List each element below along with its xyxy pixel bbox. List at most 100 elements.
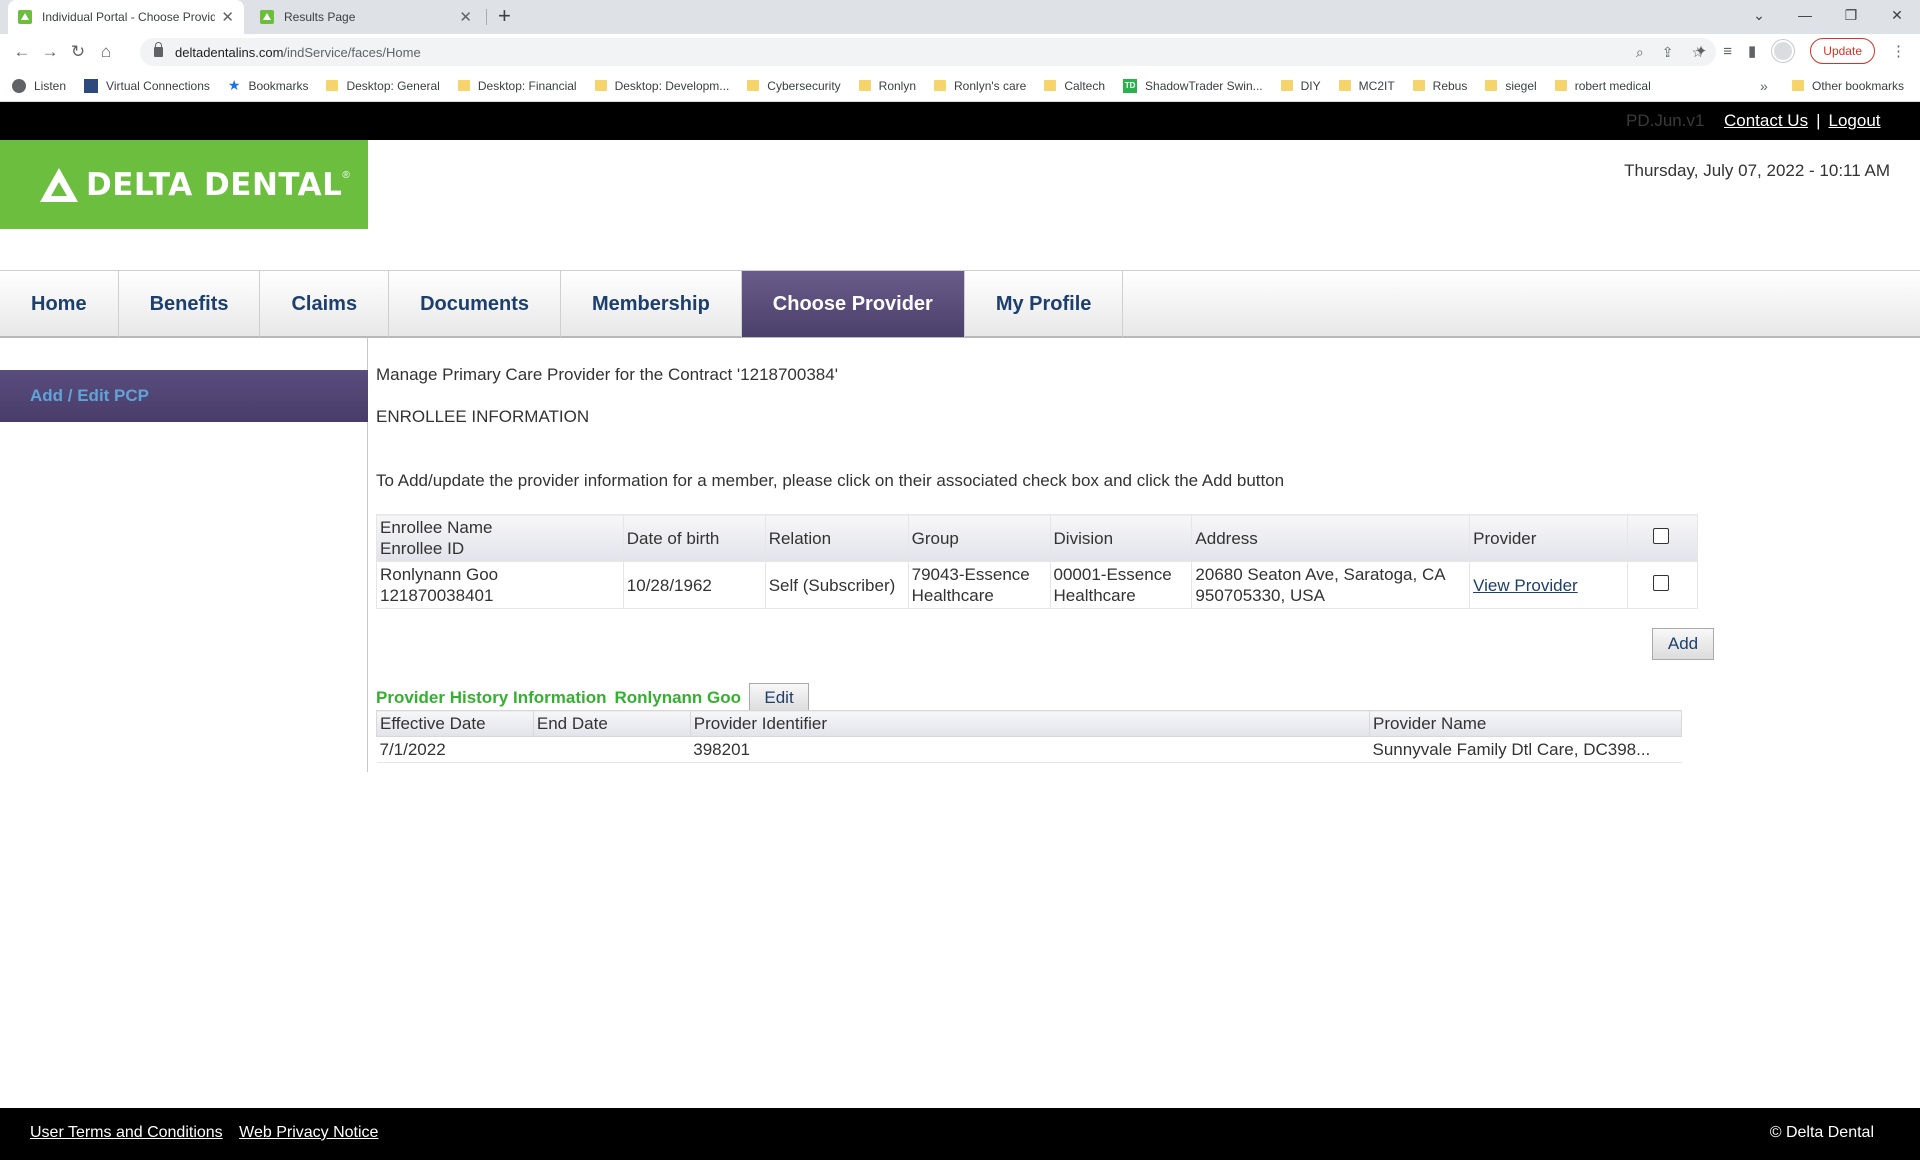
- menu-icon[interactable]: ⋮: [1891, 42, 1906, 60]
- provider-history-header: Provider History Information Ronlynann G…: [376, 683, 810, 713]
- site-footer: User Terms and Conditions Web Privacy No…: [0, 1108, 1920, 1160]
- user-terms-link[interactable]: User Terms and Conditions: [30, 1124, 223, 1141]
- delta-dental-logo[interactable]: DELTA DENTAL ®: [0, 140, 368, 229]
- back-icon[interactable]: ←: [8, 42, 36, 62]
- tab-search-icon[interactable]: ⌄: [1736, 0, 1782, 30]
- lock-icon: [154, 42, 163, 57]
- column-header-dob: Date of birth: [622, 514, 766, 562]
- column-header-provider-name: Provider Name: [1369, 710, 1682, 737]
- dob-cell: 10/28/1962: [622, 561, 766, 609]
- address-cell: 20680 Seaton Ave, Saratoga, CA 950705330,…: [1191, 561, 1471, 609]
- edit-button[interactable]: Edit: [749, 683, 810, 713]
- bookmark-folder[interactable]: DIY: [1280, 79, 1321, 93]
- folder-icon: [1554, 80, 1567, 91]
- bookmark-folder[interactable]: robert medical: [1554, 79, 1651, 93]
- nav-my-profile[interactable]: My Profile: [965, 271, 1124, 337]
- add-button[interactable]: Add: [1652, 628, 1714, 660]
- utility-bar: PD.Jun.v1 Contact Us | Logout: [0, 102, 1920, 140]
- table-header-row: Effective Date End Date Provider Identif…: [376, 710, 1682, 737]
- column-header-end-date: End Date: [532, 710, 691, 737]
- provider-identifier-cell: 398201: [690, 736, 1370, 763]
- side-panel-icon[interactable]: ▮: [1748, 42, 1756, 60]
- profile-avatar[interactable]: [1772, 40, 1795, 62]
- bookmark-folder[interactable]: MC2IT: [1338, 79, 1395, 93]
- sidebar: Add / Edit PCP: [0, 338, 368, 772]
- nav-benefits[interactable]: Benefits: [119, 271, 261, 337]
- provider-name-cell: Sunnyvale Family Dtl Care, DC398...: [1369, 736, 1682, 763]
- contact-us-link[interactable]: Contact Us: [1724, 111, 1808, 130]
- nav-claims[interactable]: Claims: [260, 271, 390, 337]
- close-tab-icon[interactable]: ✕: [221, 8, 234, 26]
- reading-list-icon[interactable]: ≡: [1723, 43, 1732, 60]
- view-provider-link[interactable]: View Provider: [1473, 576, 1578, 595]
- effective-date-cell: 7/1/2022: [376, 736, 534, 763]
- other-bookmarks[interactable]: Other bookmarks: [1792, 79, 1904, 93]
- table-header-row: Enrollee Name Enrollee ID Date of birth R…: [376, 514, 1699, 562]
- select-all-checkbox[interactable]: [1652, 527, 1669, 544]
- more-bookmarks-icon[interactable]: »: [1760, 78, 1768, 94]
- virtual-connections-icon: [84, 78, 99, 93]
- page-title: Manage Primary Care Provider for the Con…: [376, 365, 838, 384]
- row-checkbox-cell: [1626, 561, 1699, 609]
- sidebar-item-add-edit-pcp[interactable]: Add / Edit PCP: [0, 370, 368, 422]
- bookmark-folder[interactable]: Ronlyn's care: [934, 79, 1026, 93]
- folder-icon: [326, 80, 339, 91]
- column-header-relation: Relation: [764, 514, 909, 562]
- browser-tabstrip: Individual Portal - Choose Provid ✕ Resu…: [0, 0, 1920, 34]
- close-tab-icon[interactable]: ✕: [459, 8, 472, 26]
- zoom-icon[interactable]: ⌕: [1636, 44, 1644, 61]
- browser-tab-active[interactable]: Individual Portal - Choose Provid ✕: [8, 0, 244, 34]
- bookmark-folder[interactable]: Desktop: Developm...: [594, 79, 729, 93]
- bookmark-folder[interactable]: Cybersecurity: [747, 79, 841, 93]
- bookmarks-bar: Listen Virtual Connections ★ Bookmarks De…: [0, 70, 1920, 102]
- brand-name: DELTA DENTAL: [86, 166, 343, 203]
- folder-icon: [1338, 80, 1351, 91]
- privacy-notice-link[interactable]: Web Privacy Notice: [239, 1124, 378, 1141]
- bookmark-folder[interactable]: Rebus: [1412, 79, 1467, 93]
- home-icon[interactable]: ⌂: [92, 42, 120, 62]
- nav-membership[interactable]: Membership: [561, 271, 742, 337]
- forward-icon[interactable]: →: [36, 42, 64, 62]
- provider-cell: View Provider: [1469, 561, 1628, 609]
- bookmark-item[interactable]: Virtual Connections: [84, 78, 210, 93]
- provider-history-member: Ronlynann Goo: [614, 688, 742, 707]
- folder-icon: [1792, 80, 1804, 91]
- bookmark-folder[interactable]: siegel: [1485, 79, 1537, 93]
- bookmark-folder[interactable]: Desktop: General: [326, 79, 440, 93]
- bookmark-folder[interactable]: Ronlyn: [858, 79, 916, 93]
- folder-icon: [934, 80, 947, 91]
- minimize-icon[interactable]: —: [1782, 0, 1828, 30]
- bookmark-item[interactable]: Listen: [12, 78, 66, 93]
- folder-icon: [858, 80, 871, 91]
- url-path: /indService/faces/Home: [283, 44, 421, 60]
- column-header-address: Address: [1191, 514, 1471, 562]
- close-window-icon[interactable]: ✕: [1874, 0, 1920, 30]
- bookmark-folder[interactable]: Desktop: Financial: [457, 79, 577, 93]
- nav-choose-provider[interactable]: Choose Provider: [741, 271, 965, 337]
- tab-title: Results Page: [284, 10, 356, 24]
- logout-link[interactable]: Logout: [1829, 111, 1881, 130]
- bookmark-item[interactable]: ★ Bookmarks: [228, 77, 309, 94]
- nav-home[interactable]: Home: [0, 271, 119, 337]
- share-icon[interactable]: ⇪: [1662, 44, 1674, 61]
- bookmark-item[interactable]: TD ShadowTrader Swin...: [1123, 78, 1263, 93]
- extensions-icon[interactable]: ✦: [1695, 42, 1708, 60]
- nav-documents[interactable]: Documents: [389, 271, 561, 337]
- browser-tab[interactable]: Results Page ✕: [250, 0, 482, 34]
- site: PD.Jun.v1 Contact Us | Logout DELTA DENTAL…: [0, 102, 1920, 1160]
- browser-toolbar: ← → ↻ ⌂ deltadentalins.com/indService/fa…: [0, 34, 1920, 70]
- row-select-checkbox[interactable]: [1652, 574, 1669, 591]
- update-button[interactable]: Update: [1810, 38, 1875, 64]
- restore-icon[interactable]: ❐: [1828, 0, 1874, 30]
- folder-icon: [1044, 80, 1057, 91]
- version-label: PD.Jun.v1: [1626, 111, 1705, 130]
- folder-icon: [747, 80, 760, 91]
- reload-icon[interactable]: ↻: [64, 42, 92, 62]
- address-bar[interactable]: deltadentalins.com/indService/faces/Home…: [140, 38, 1716, 66]
- select-all-checkbox-cell: [1626, 514, 1699, 562]
- bookmark-folder[interactable]: Caltech: [1044, 79, 1105, 93]
- url-host: deltadentalins.com: [175, 44, 284, 60]
- delta-triangle-icon: [40, 167, 78, 202]
- group-cell: 79043-Essence Healthcare: [907, 561, 1051, 609]
- new-tab-icon[interactable]: +: [498, 3, 511, 29]
